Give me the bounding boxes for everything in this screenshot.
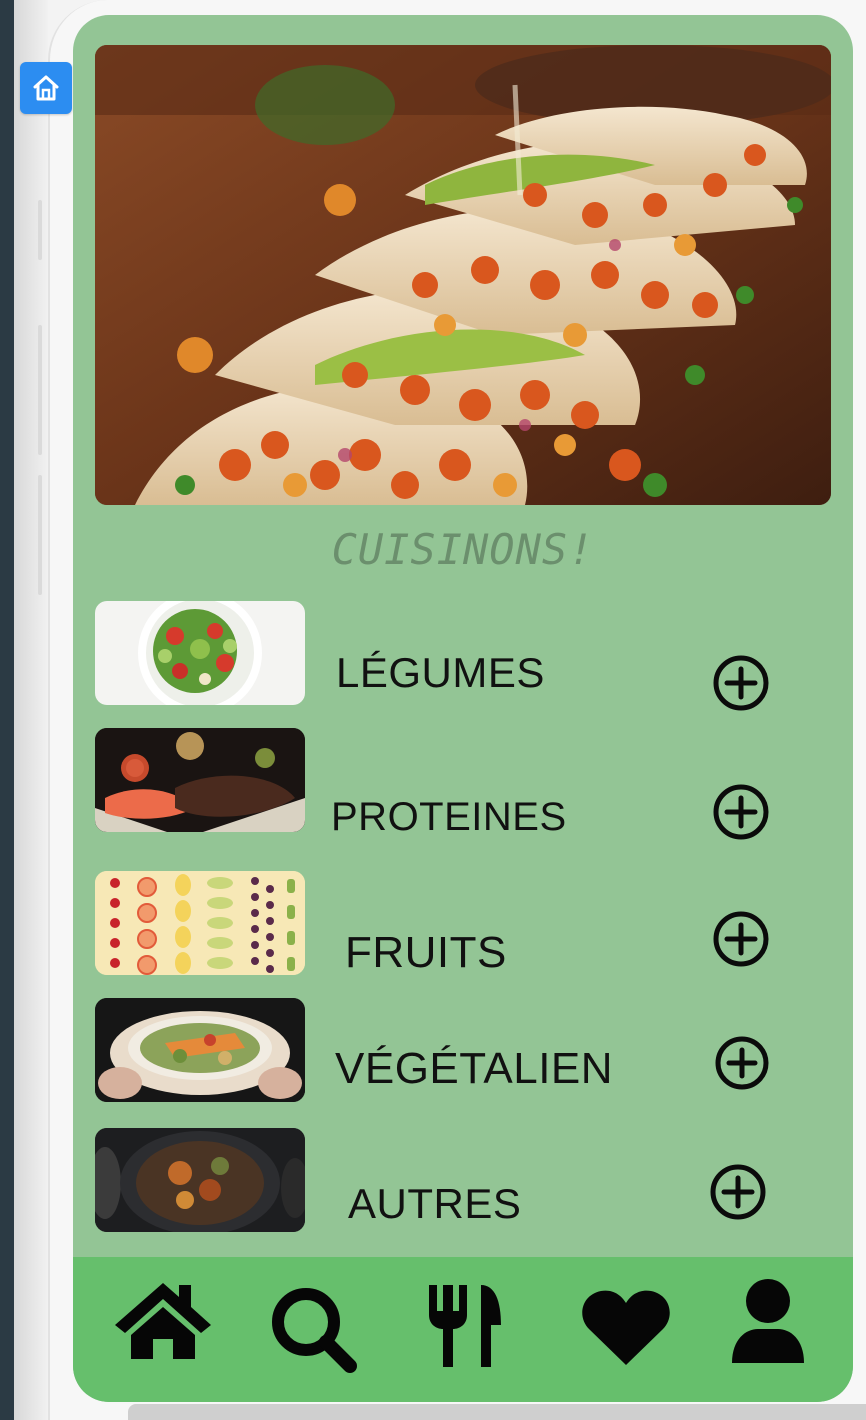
category-row-fruits[interactable]: FRUITS: [73, 871, 853, 977]
plus-circle-icon[interactable]: [710, 1164, 766, 1220]
scroll-ghost-line: [38, 325, 42, 455]
search-icon[interactable]: [268, 1284, 358, 1374]
bottom-nav-bar: [73, 1257, 853, 1402]
home-outline-icon: [33, 75, 59, 101]
window-shadow: [14, 0, 48, 1420]
category-row-autres[interactable]: AUTRES: [73, 1128, 853, 1232]
plus-circle-icon[interactable]: [713, 655, 769, 711]
heart-icon[interactable]: [581, 1287, 671, 1367]
category-row-legumes[interactable]: LÉGUMES: [73, 601, 853, 711]
salmon-meat-thumbnail: [95, 728, 305, 832]
category-label: FRUITS: [345, 928, 507, 977]
category-label: LÉGUMES: [336, 649, 545, 696]
home-shortcut-button[interactable]: [20, 62, 72, 114]
vegan-bowl-thumbnail: [95, 998, 305, 1102]
plus-circle-icon[interactable]: [713, 784, 769, 840]
scroll-ghost-line: [38, 200, 42, 260]
category-row-proteines[interactable]: PROTEINES: [73, 728, 853, 840]
category-row-vegetalien[interactable]: VÉGÉTALIEN: [73, 998, 853, 1102]
tacos-illustration: [95, 45, 831, 505]
category-label: VÉGÉTALIEN: [335, 1044, 614, 1093]
plus-circle-icon[interactable]: [714, 1035, 770, 1091]
fruit-slices-thumbnail: [95, 871, 305, 975]
home-icon[interactable]: [111, 1277, 215, 1361]
hero-tacos-image: [95, 45, 831, 505]
scroll-ghost-line: [38, 475, 42, 595]
category-label: AUTRES: [348, 1180, 522, 1227]
app-title: CUISINONS!: [331, 525, 595, 574]
plus-circle-icon[interactable]: [713, 911, 769, 967]
stew-thumbnail: [95, 1128, 305, 1232]
window-edge: [0, 0, 14, 1420]
window-scrollbar[interactable]: [128, 1404, 866, 1420]
utensils-icon[interactable]: [425, 1281, 505, 1371]
app-screen: CUISINONS! LÉGUMES PROTEINES FRUITS VÉGÉ…: [73, 15, 853, 1402]
user-icon[interactable]: [728, 1277, 808, 1367]
salad-thumbnail: [95, 601, 305, 705]
category-label: PROTEINES: [331, 795, 567, 839]
